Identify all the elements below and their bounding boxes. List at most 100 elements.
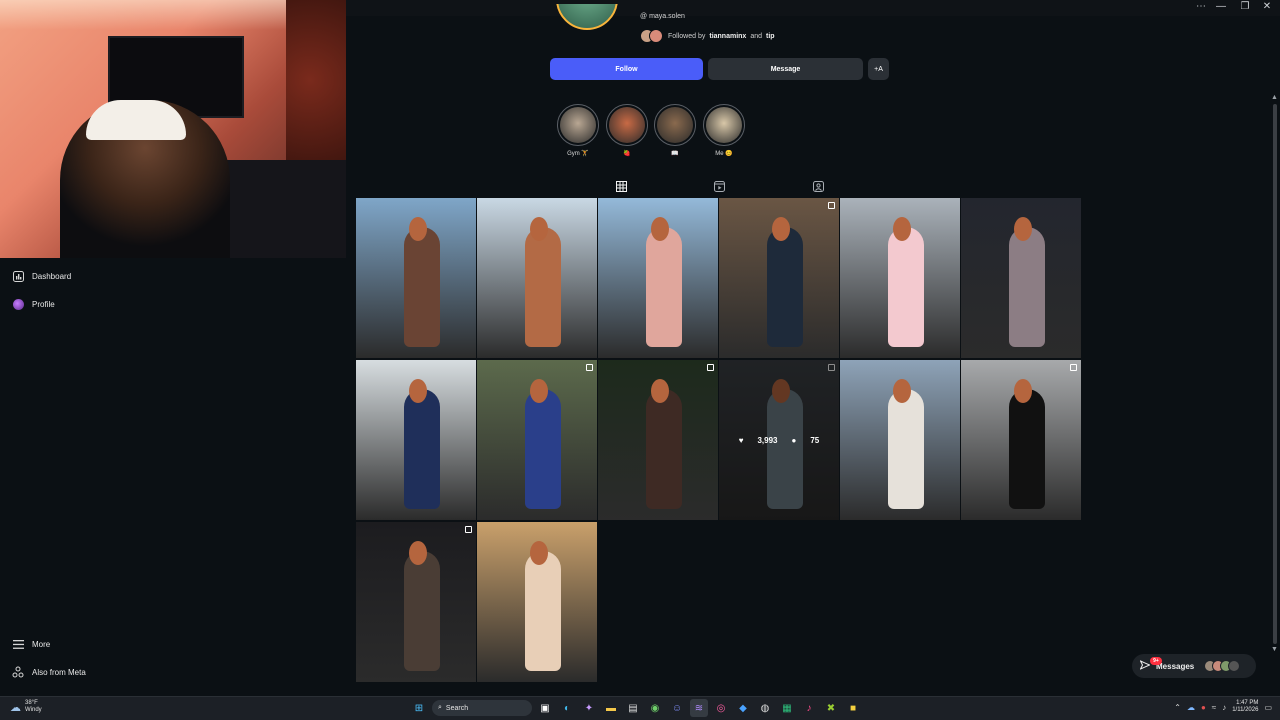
post-subject (404, 226, 440, 347)
post-tile[interactable] (356, 360, 476, 520)
xbox-icon[interactable]: ✖ (822, 699, 840, 717)
screen: ⋯ — ❐ ✕ Dashboard Profile More Also from… (0, 0, 1280, 720)
avatar (649, 29, 663, 43)
messages-button[interactable]: 9+ Messages (1132, 654, 1256, 678)
sidebar: Dashboard Profile More Also from Meta (0, 0, 346, 696)
message-button[interactable]: Message (708, 58, 863, 80)
sticky-notes-icon[interactable]: ■ (844, 699, 862, 717)
post-tile[interactable] (719, 198, 839, 358)
notification-icon[interactable]: ▭ (1264, 703, 1272, 712)
bluesky-icon[interactable]: ◆ (734, 699, 752, 717)
story-highlight[interactable]: 📖 (654, 104, 696, 157)
red-app-icon[interactable]: ● (1201, 703, 1206, 712)
avatar (12, 298, 24, 310)
follow-button[interactable]: Follow (550, 58, 703, 80)
tiktok-icon[interactable]: ♪ (800, 699, 818, 717)
weather-widget[interactable]: ☁ 38°F Windy (10, 700, 42, 714)
chart-icon (12, 270, 24, 282)
volume-icon[interactable]: ♪ (1222, 703, 1226, 712)
sidebar-item-label: Profile (32, 299, 55, 309)
post-subject (646, 388, 682, 509)
post-subject-head (408, 541, 427, 566)
post-hover-stats: ♥ 3,993 ● 75 (719, 360, 839, 520)
copilot-icon[interactable]: ✦ (580, 699, 598, 717)
story-highlight[interactable]: Me 😊 (703, 104, 745, 157)
sidebar-item-dashboard[interactable]: Dashboard (12, 268, 71, 284)
windows-start-icon[interactable]: ⊞ (410, 699, 428, 717)
instagram-icon[interactable]: ◎ (712, 699, 730, 717)
chevron-up-icon[interactable]: ⌃ (1174, 703, 1181, 712)
task-view-icon[interactable]: ▣ (536, 699, 554, 717)
scroll-up-icon[interactable]: ▲ (1271, 94, 1278, 101)
maximize-button[interactable]: ❐ (1234, 1, 1256, 12)
search-icon: ⌕ (438, 704, 442, 711)
cloud-icon[interactable]: ☁ (1187, 703, 1195, 712)
profile-picture[interactable] (556, 4, 618, 30)
post-subject (1009, 388, 1045, 509)
post-tile[interactable] (477, 198, 597, 358)
streamer-cap (86, 100, 186, 140)
taskbar-search[interactable]: ⌕ Search (432, 700, 532, 716)
sidebar-item-label: More (32, 639, 51, 649)
suggested-accounts-button[interactable]: +A (868, 58, 889, 80)
highlight-cover (609, 107, 645, 143)
tagged-icon[interactable] (812, 180, 824, 192)
post-tile[interactable] (840, 198, 960, 358)
sidebar-item-also-from-meta[interactable]: Also from Meta (12, 664, 86, 680)
obs-icon[interactable]: ◍ (756, 699, 774, 717)
post-tile[interactable]: ♥ 3,993 ● 75 (719, 360, 839, 520)
threads-icon: @ (640, 13, 650, 20)
post-subject (767, 226, 803, 347)
post-tile[interactable] (961, 198, 1081, 358)
system-tray: ⌃ ☁ ● ≈ ♪ 1:47 PM 1/11/2026 ▭ (1174, 700, 1272, 714)
paper-plane-icon (1139, 659, 1151, 672)
post-tile[interactable] (598, 360, 718, 520)
more-options-icon[interactable]: ⋯ (1190, 1, 1212, 12)
post-tile[interactable] (477, 360, 597, 520)
post-subject-head (529, 217, 548, 242)
post-tile[interactable] (961, 360, 1081, 520)
scroll-down-icon[interactable]: ▼ (1271, 646, 1278, 653)
sidebar-item-profile[interactable]: Profile (12, 296, 55, 312)
unread-badge: 9+ (1150, 657, 1162, 665)
discord-icon[interactable]: ☺ (668, 699, 686, 717)
posts-grid-icon[interactable] (615, 180, 627, 192)
post-subject (1009, 226, 1045, 347)
post-tile[interactable] (840, 360, 960, 520)
clock[interactable]: 1:47 PM 1/11/2026 (1232, 700, 1258, 714)
recent-chat-avatars (1204, 660, 1241, 672)
post-tile[interactable] (598, 198, 718, 358)
post-tile[interactable] (477, 522, 597, 682)
post-tile[interactable] (356, 522, 476, 682)
post-subject (888, 226, 924, 347)
post-subject-head (1013, 379, 1032, 404)
story-highlight[interactable]: 🍓 (606, 104, 648, 157)
avatar (1228, 660, 1241, 672)
scrollbar-thumb[interactable] (1273, 104, 1277, 644)
reels-icon[interactable] (713, 180, 725, 192)
carousel-icon (586, 364, 593, 371)
post-subject (646, 226, 682, 347)
window-title-bar: ⋯ — ❐ ✕ (346, 0, 1280, 16)
post-subject (888, 388, 924, 509)
follower-avatars (640, 29, 663, 43)
close-button[interactable]: ✕ (1256, 1, 1278, 12)
stream-app-icon[interactable]: ≋ (690, 699, 708, 717)
app-icon[interactable]: ▦ (778, 699, 796, 717)
post-subject-head (892, 217, 911, 242)
store-icon[interactable]: ▤ (624, 699, 642, 717)
minimize-button[interactable]: — (1210, 1, 1232, 12)
likes-count: 3,993 (757, 435, 778, 445)
chrome-icon[interactable]: ◉ (646, 699, 664, 717)
comments-count: 75 (810, 435, 820, 445)
sidebar-item-more[interactable]: More (12, 636, 50, 652)
post-subject (404, 388, 440, 509)
edge-browser-icon[interactable]: ◐ (558, 699, 576, 717)
followed-by[interactable]: Followed by tiannaminx and tip (640, 29, 775, 43)
post-subject-head (1013, 217, 1032, 242)
post-tile[interactable] (356, 198, 476, 358)
file-explorer-icon[interactable]: ▬ (602, 699, 620, 717)
story-highlight[interactable]: Gym 🏋️ (557, 104, 599, 157)
meta-icon (12, 666, 24, 678)
wifi-icon[interactable]: ≈ (1212, 703, 1216, 712)
